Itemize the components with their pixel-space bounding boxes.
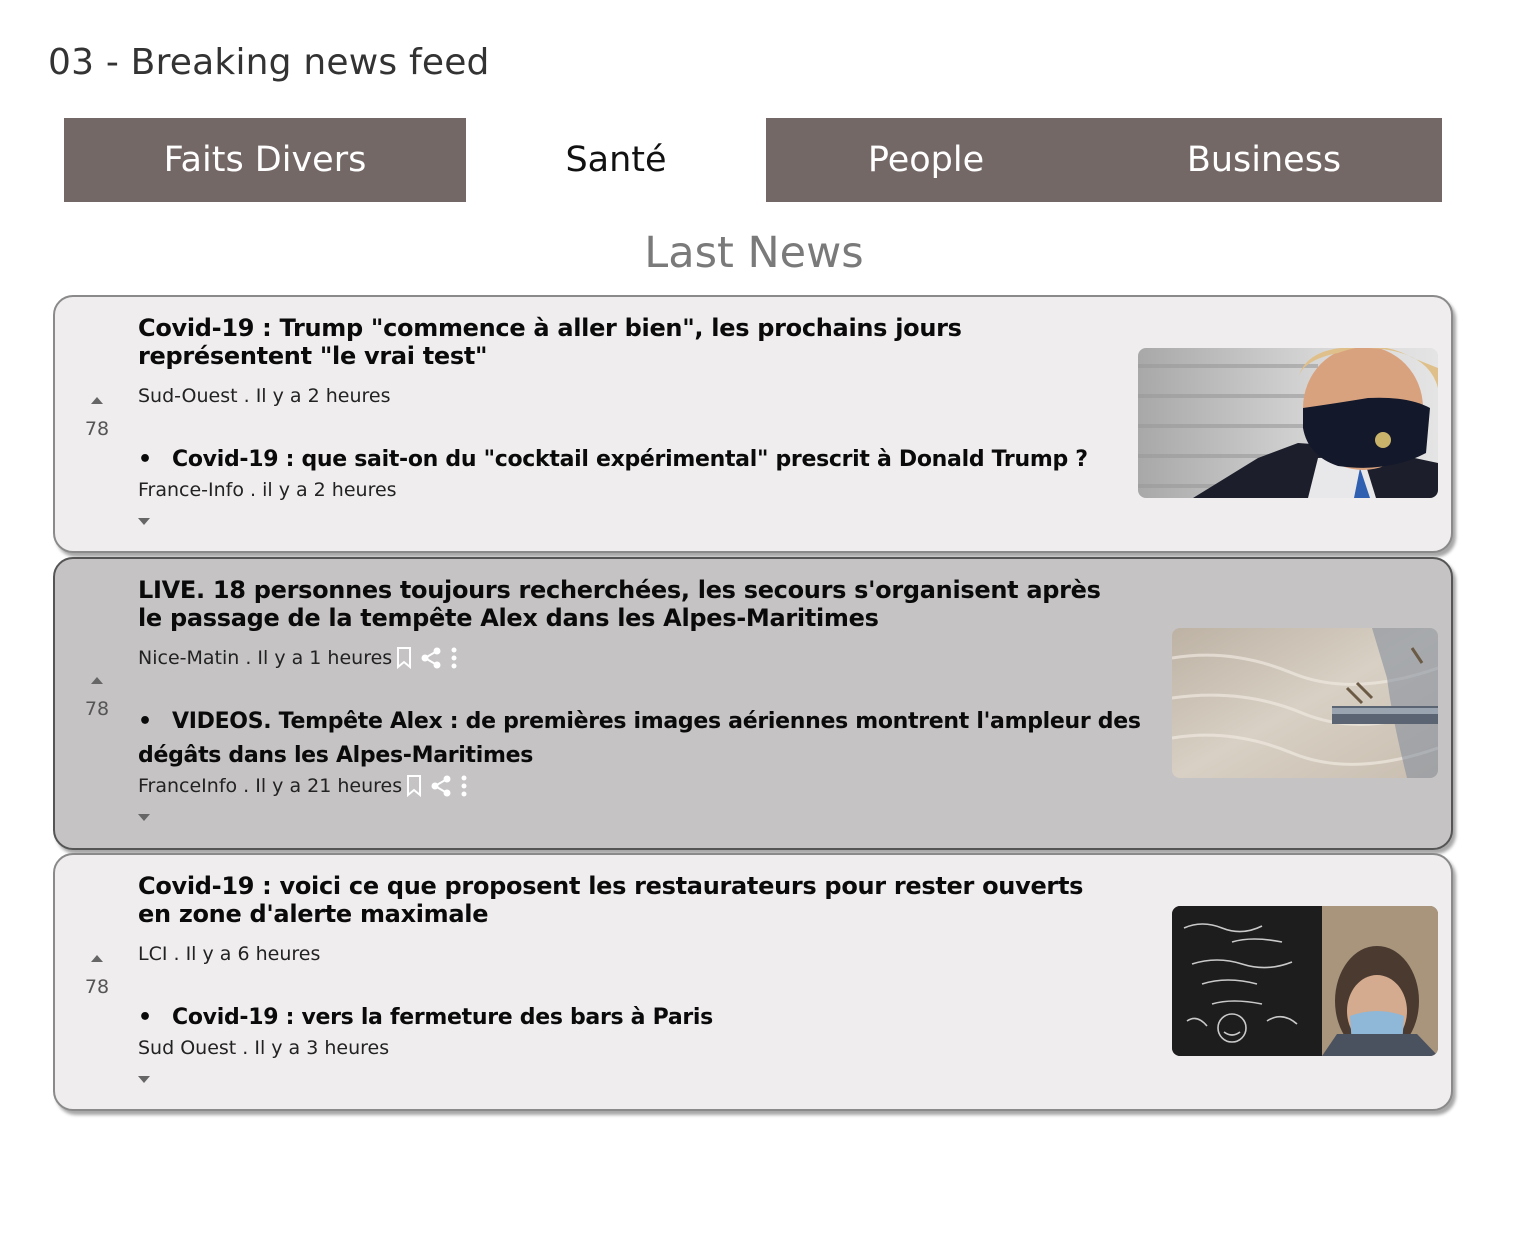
article-actions [396, 647, 458, 669]
upvote-icon[interactable] [91, 397, 103, 404]
related-meta-text: FranceInfo . Il y a 21 heures [138, 775, 403, 797]
more-icon[interactable] [460, 775, 468, 797]
masked-man-photo-icon [1138, 348, 1438, 498]
vote-count: 78 [84, 418, 110, 440]
related-headline[interactable]: • VIDEOS. Tempête Alex : de premières ima… [138, 705, 1148, 773]
expand-icon[interactable] [138, 814, 150, 821]
headline-line: représentent "le vrai test" [138, 342, 488, 370]
article-thumbnail[interactable] [1172, 906, 1438, 1056]
vote-widget: 78 [77, 397, 117, 440]
page-title: 03 - Breaking news feed [48, 42, 490, 83]
aerial-flood-photo-icon [1172, 628, 1438, 778]
tab-sante[interactable]: Santé [466, 118, 766, 202]
news-card: 78 LIVE. 18 personnes toujours recherché… [53, 557, 1453, 850]
news-card: 78 Covid-19 : voici ce que proposent les… [53, 853, 1453, 1111]
section-title: Last News [644, 228, 864, 278]
category-tabs: Faits Divers Santé People Business [64, 118, 1442, 202]
tab-faits-divers[interactable]: Faits Divers [64, 118, 466, 202]
related-headline-line: dégâts dans les Alpes-Maritimes [138, 743, 534, 768]
article-headline[interactable]: Covid-19 : voici ce que proposent les re… [138, 872, 1083, 928]
share-icon[interactable] [420, 647, 442, 669]
related-meta: Sud Ouest . Il y a 3 heures [138, 1037, 390, 1059]
article-meta-text: Nice-Matin . Il y a 1 heures [138, 647, 393, 669]
vote-widget: 78 [77, 955, 117, 998]
related-headline-text: VIDEOS. Tempête Alex : de premières imag… [172, 709, 1141, 734]
bullet: • [138, 709, 152, 734]
article-meta: Nice-Matin . Il y a 1 heures [138, 647, 458, 669]
more-icon[interactable] [450, 647, 458, 669]
expand-icon[interactable] [138, 518, 150, 525]
tab-business[interactable]: Business [1086, 118, 1442, 202]
related-headline[interactable]: • Covid-19 : vers la fermeture des bars à… [138, 1001, 713, 1035]
headline-line: LIVE. 18 personnes toujours recherchées,… [138, 576, 1101, 604]
upvote-icon[interactable] [91, 677, 103, 684]
headline-line: le passage de la tempête Alex dans les A… [138, 604, 879, 632]
vote-widget: 78 [77, 677, 117, 720]
article-thumbnail[interactable] [1138, 348, 1438, 498]
bullet: • [138, 447, 152, 472]
restaurant-chalkboard-photo-icon [1172, 906, 1438, 1056]
article-meta: LCI . Il y a 6 heures [138, 943, 321, 965]
bookmark-icon[interactable] [406, 775, 422, 797]
related-headline-text: Covid-19 : que sait-on du "cocktail expé… [172, 447, 1088, 472]
article-headline[interactable]: LIVE. 18 personnes toujours recherchées,… [138, 576, 1101, 632]
headline-line: Covid-19 : voici ce que proposent les re… [138, 872, 1084, 900]
expand-icon[interactable] [138, 1076, 150, 1083]
bookmark-icon[interactable] [396, 647, 412, 669]
related-headline[interactable]: • Covid-19 : que sait-on du "cocktail exp… [138, 443, 1088, 477]
related-headline-text: Covid-19 : vers la fermeture des bars à … [172, 1005, 713, 1030]
bullet: • [138, 1005, 152, 1030]
news-card: 78 Covid-19 : Trump "commence à aller bi… [53, 295, 1453, 553]
related-actions [406, 775, 468, 797]
share-icon[interactable] [430, 775, 452, 797]
article-thumbnail[interactable] [1172, 628, 1438, 778]
headline-line: en zone d'alerte maximale [138, 900, 489, 928]
vote-count: 78 [84, 698, 110, 720]
article-meta: Sud-Ouest . Il y a 2 heures [138, 385, 391, 407]
headline-line: Covid-19 : Trump "commence à aller bien"… [138, 314, 962, 342]
tab-people[interactable]: People [766, 118, 1086, 202]
upvote-icon[interactable] [91, 955, 103, 962]
related-meta: France-Info . il y a 2 heures [138, 479, 397, 501]
vote-count: 78 [84, 976, 110, 998]
related-headline-line: • VIDEOS. Tempête Alex : de premières ima… [138, 705, 1148, 739]
related-meta: FranceInfo . Il y a 21 heures [138, 775, 468, 797]
article-headline[interactable]: Covid-19 : Trump "commence à aller bien"… [138, 314, 962, 370]
